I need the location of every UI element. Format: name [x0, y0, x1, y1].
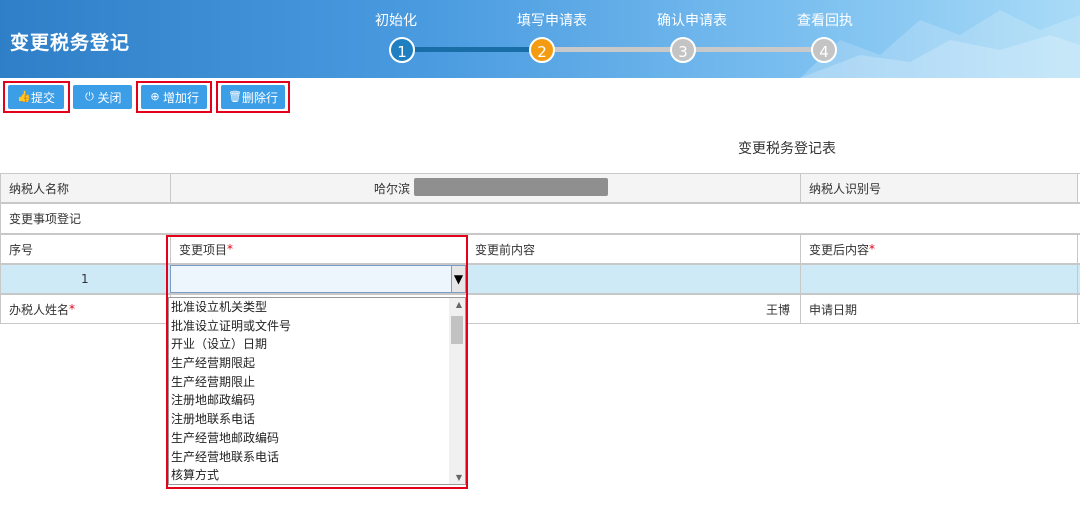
taxpayer-id-label-cell: 纳税人识别号: [800, 173, 1078, 203]
submit-button[interactable]: 👍 提交: [8, 85, 64, 109]
section-row: 变更事项登记: [0, 203, 1080, 234]
step-circle-2: 2: [529, 37, 555, 63]
thumbs-up-icon: 👍: [16, 90, 31, 103]
delete-row-label: 删除行: [241, 90, 278, 105]
col-seq-header: 序号: [0, 234, 171, 264]
col-after-label: 变更后内容: [809, 242, 870, 257]
col-before-label: 变更前内容: [475, 242, 536, 257]
table-row-before-cell[interactable]: [466, 264, 801, 294]
step-line-done: [402, 47, 542, 52]
power-icon: ⏻: [85, 90, 94, 103]
page-title: 变更税务登记: [10, 32, 131, 54]
delete-row-button[interactable]: 🗑 删除行: [221, 85, 285, 109]
step-label-confirm: 确认申请表: [657, 13, 727, 29]
form-title: 变更税务登记表: [738, 141, 836, 157]
step-label-receipt: 查看回执: [797, 13, 853, 29]
taxpayer-name-label: 纳税人名称: [9, 181, 70, 196]
apply-date-label: 申请日期: [809, 302, 858, 317]
step-label-fill: 填写申请表: [517, 13, 587, 29]
table-row-seq-cell: 1: [0, 264, 171, 294]
col-after-header: 变更后内容 *: [800, 234, 1078, 264]
step-circle-3: 3: [670, 37, 696, 63]
step-circle-4: 4: [811, 37, 837, 63]
add-row-button[interactable]: ⊕ 增加行: [141, 85, 207, 109]
section-label: 变更事项登记: [9, 212, 82, 226]
submit-label: 提交: [30, 90, 55, 105]
step-label-init: 初始化: [375, 13, 417, 29]
col-seq-label: 序号: [9, 242, 34, 257]
col-before-header: 变更前内容: [466, 234, 801, 264]
required-mark: *: [69, 302, 76, 316]
redacted-block: [414, 178, 608, 196]
taxpayer-id-label: 纳税人识别号: [809, 181, 882, 196]
close-button[interactable]: ⏻ 关闭: [73, 85, 132, 109]
highlight-change-item: [166, 235, 468, 489]
add-row-label: 增加行: [162, 90, 199, 105]
app-header: 变更税务登记 初始化 填写申请表 确认申请表 查看回执 1 2 3 4: [0, 0, 1080, 78]
plus-circle-icon: ⊕: [150, 90, 160, 103]
row-seq: 1: [81, 272, 89, 286]
close-label: 关闭: [97, 90, 122, 105]
taxpayer-name-label-cell: 纳税人名称: [0, 173, 171, 203]
step-circle-1: 1: [389, 37, 415, 63]
taxpayer-name-value: 哈尔滨: [374, 181, 411, 196]
table-row-after-cell[interactable]: [800, 264, 1078, 294]
apply-date-label-cell: 申请日期: [800, 294, 1078, 324]
handler-label-cell: 办税人姓名 *: [0, 294, 171, 324]
required-mark: *: [869, 242, 876, 256]
trash-icon: 🗑: [227, 90, 242, 103]
handler-value: 王博: [765, 302, 790, 317]
handler-label: 办税人姓名: [9, 302, 70, 317]
